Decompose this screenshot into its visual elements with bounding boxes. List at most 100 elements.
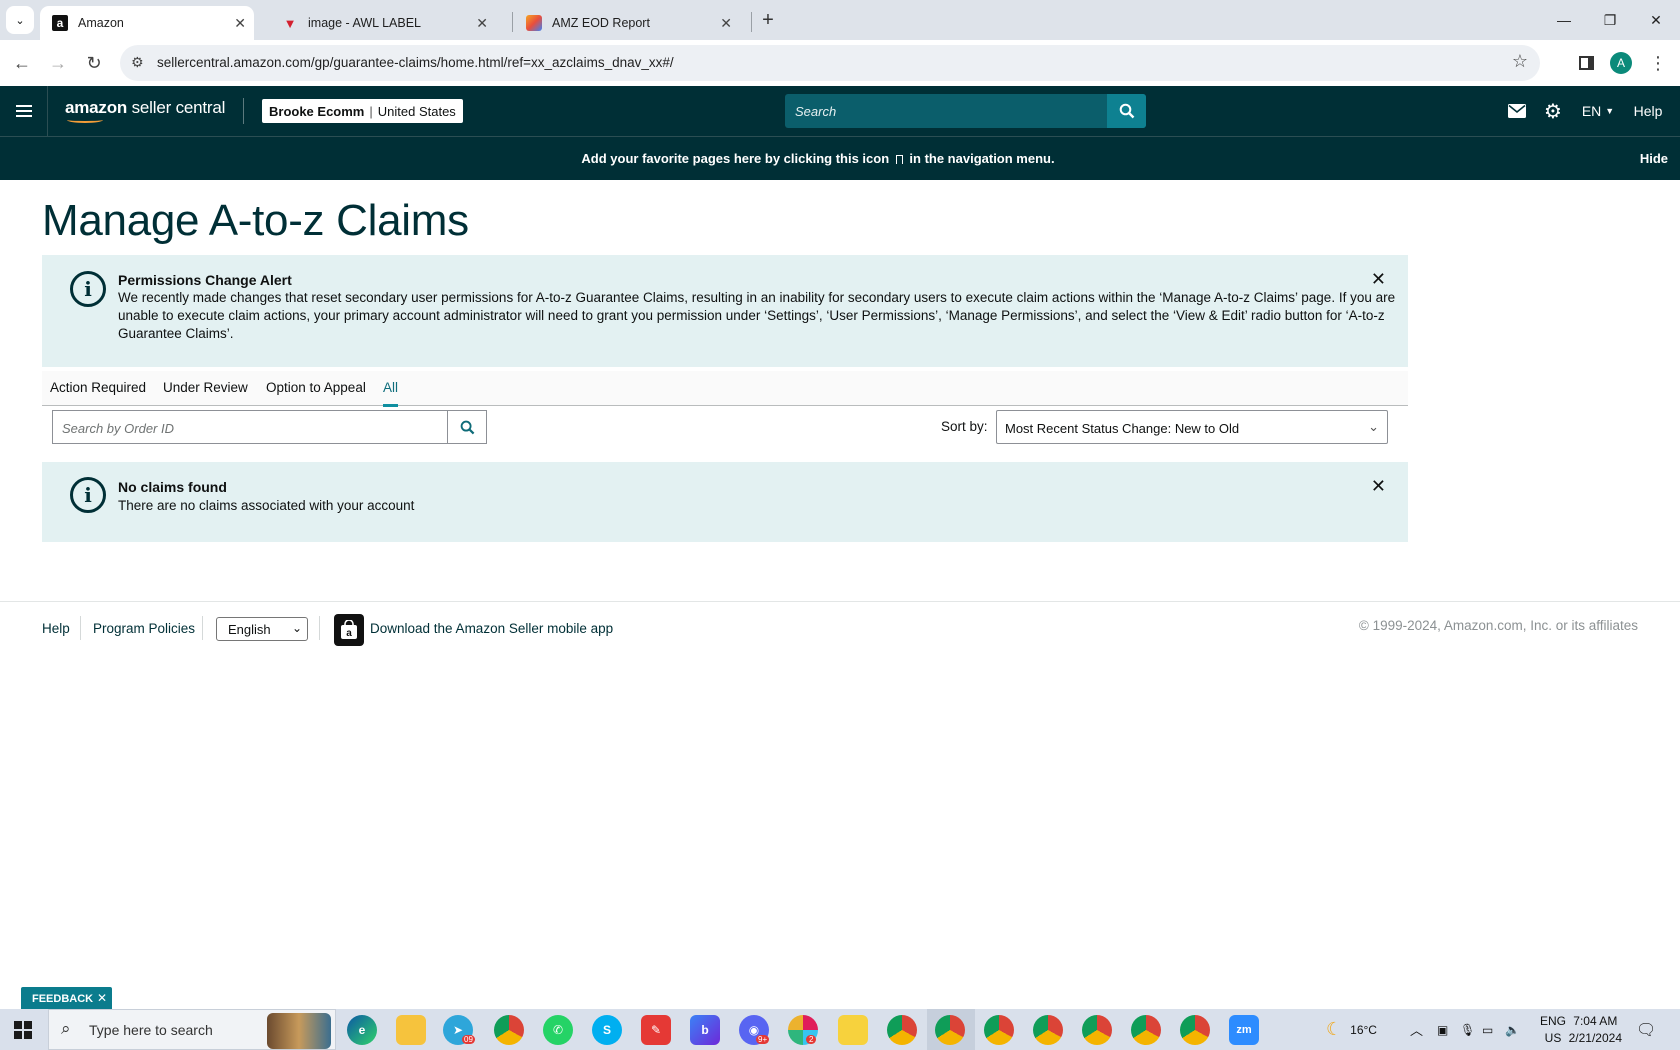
more-vertical-icon: ⋮ — [1649, 52, 1667, 73]
download-app-link[interactable]: Download the Amazon Seller mobile app — [370, 621, 613, 636]
settings-button[interactable]: ⚙ — [1538, 86, 1568, 136]
sort-select[interactable]: Most Recent Status Change: New to Old ⌄ — [996, 410, 1388, 444]
chrome-profile-o-icon[interactable] — [1033, 1015, 1063, 1045]
tab-all[interactable]: All — [383, 380, 399, 407]
input-language-indicator[interactable]: ENG US — [1540, 1013, 1566, 1047]
sort-label: Sort by: — [941, 419, 988, 434]
envelope-icon — [1508, 104, 1526, 118]
header-search[interactable]: Search — [785, 94, 1146, 128]
browser-tab-awl-label[interactable]: ▼ image - AWL LABEL ✕ — [270, 6, 496, 40]
taskbar-search[interactable]: ⌕ Type here to search — [48, 1009, 336, 1050]
chrome-profile-a-icon[interactable] — [935, 1015, 965, 1045]
header-search-input[interactable]: Search — [795, 104, 836, 119]
weather-temperature: 16°C — [1350, 1022, 1377, 1037]
restore-button[interactable]: ❐ — [1587, 0, 1633, 40]
favorites-message-after: in the navigation menu. — [909, 151, 1055, 166]
feedback-button[interactable]: FEEDBACK ✕ — [21, 987, 112, 1010]
footer-program-policies-link[interactable]: Program Policies — [93, 621, 195, 636]
new-tab-button[interactable]: + — [756, 8, 780, 32]
sticky-notes-icon[interactable] — [838, 1015, 868, 1045]
footer-help-link[interactable]: Help — [42, 621, 70, 636]
hide-favorites-button[interactable]: Hide — [1640, 151, 1668, 166]
chrome-profile-f-icon[interactable] — [887, 1015, 917, 1045]
permissions-alert-title: Permissions Change Alert — [118, 272, 292, 288]
whatsapp-app-icon[interactable]: ✆ — [543, 1015, 573, 1045]
smile-logo-icon — [67, 117, 103, 123]
footer-language-select[interactable]: English ⌄ — [216, 617, 308, 641]
chrome-app-icon[interactable] — [494, 1015, 524, 1045]
browser-tab-strip: ⌄ a Amazon ✕ ▼ image - AWL LABEL ✕ AMZ E… — [0, 0, 1680, 40]
file-explorer-icon[interactable] — [396, 1015, 426, 1045]
address-bar[interactable]: ⚙ sellercentral.amazon.com/gp/guarantee-… — [120, 45, 1540, 81]
reload-button[interactable]: ↻ — [79, 48, 109, 78]
footer-separator — [80, 616, 81, 640]
account-switcher[interactable]: Brooke Ecomm | United States — [262, 99, 463, 123]
side-panel-icon — [1578, 56, 1594, 70]
chevron-down-icon: ⌄ — [291, 621, 302, 635]
close-tab-icon[interactable]: ✕ — [234, 15, 246, 32]
taskbar-clock[interactable]: 7:04 AM 2/21/2024 — [1569, 1013, 1622, 1047]
bing-app-icon[interactable]: b — [690, 1015, 720, 1045]
side-panel-button[interactable] — [1571, 48, 1601, 78]
start-button[interactable] — [0, 1009, 46, 1050]
close-window-button[interactable]: ✕ — [1633, 0, 1679, 40]
language-menu[interactable]: EN ▼ — [1578, 86, 1618, 136]
browser-menu-button[interactable]: ⋮ — [1643, 48, 1673, 78]
plus-icon: + — [762, 8, 774, 31]
windows-logo-icon — [14, 1020, 32, 1039]
report-favicon-icon — [526, 15, 542, 31]
chrome-profile-j3-icon[interactable] — [1180, 1015, 1210, 1045]
forward-button[interactable]: → — [43, 48, 73, 78]
tab-under-review[interactable]: Under Review — [163, 380, 248, 395]
svg-text:a: a — [346, 628, 352, 639]
close-icon[interactable]: ✕ — [1371, 269, 1386, 290]
seller-central-logo[interactable]: amazon seller central — [65, 98, 225, 123]
browser-tab-amazon[interactable]: a Amazon ✕ — [40, 6, 254, 40]
tab-title: Amazon — [78, 16, 124, 30]
close-icon[interactable]: ✕ — [1371, 476, 1386, 497]
order-search-button[interactable] — [447, 410, 487, 444]
camera-tray-icon[interactable]: ▣ — [1437, 1009, 1448, 1050]
minimize-button[interactable]: — — [1541, 0, 1587, 40]
amazon-app-icon[interactable]: a — [334, 614, 364, 646]
tab-separator — [512, 12, 513, 32]
hamburger-menu-button[interactable] — [0, 86, 48, 136]
bookmark-star-icon[interactable]: ☆ — [1512, 51, 1528, 72]
order-id-search-placeholder: Search by Order ID — [62, 421, 174, 436]
order-id-search-input[interactable]: Search by Order ID — [52, 410, 448, 444]
info-icon: i — [70, 477, 106, 513]
tab-search-button[interactable]: ⌄ — [6, 6, 34, 34]
tab-action-required[interactable]: Action Required — [50, 380, 146, 395]
footer-separator — [202, 616, 203, 640]
pdf-app-icon[interactable]: ✎ — [641, 1015, 671, 1045]
back-button[interactable]: ← — [7, 48, 37, 78]
search-icon — [1119, 103, 1134, 119]
chrome-profile-j-icon[interactable] — [984, 1015, 1014, 1045]
skype-app-icon[interactable]: S — [592, 1015, 622, 1045]
volume-tray-icon[interactable]: 🔈 — [1505, 1009, 1520, 1050]
network-tray-icon[interactable]: ▭ — [1482, 1009, 1493, 1050]
tab-option-to-appeal[interactable]: Option to Appeal — [266, 380, 366, 395]
close-tab-icon[interactable]: ✕ — [720, 15, 732, 32]
slack-badge: 2 — [806, 1035, 817, 1044]
header-search-button[interactable] — [1107, 94, 1146, 128]
tray-chevron[interactable]: ︿ — [1410, 1009, 1423, 1050]
footer-divider — [0, 601, 1680, 602]
chrome-profile-j2-icon[interactable] — [1131, 1015, 1161, 1045]
permissions-alert: i Permissions Change Alert We recently m… — [42, 255, 1408, 367]
zoom-app-icon[interactable]: zm — [1229, 1015, 1259, 1045]
help-link[interactable]: Help — [1628, 86, 1668, 136]
notifications-button[interactable]: 🗨 — [1636, 1009, 1656, 1050]
browser-tab-eod-report[interactable]: AMZ EOD Report ✕ — [514, 6, 740, 40]
close-tab-icon[interactable]: ✕ — [476, 15, 488, 32]
chrome-profile-m-icon[interactable] — [1082, 1015, 1112, 1045]
messages-button[interactable] — [1502, 86, 1532, 136]
mic-tray-icon[interactable]: 🎙 — [1460, 1009, 1475, 1050]
profile-button[interactable]: A — [1606, 48, 1636, 78]
shopping-bag-icon: a — [341, 620, 357, 639]
permissions-alert-body: We recently made changes that reset seco… — [118, 290, 1396, 341]
edge-app-icon[interactable]: e — [347, 1015, 377, 1045]
weather-widget[interactable]: ☾ 16°C — [1326, 1009, 1377, 1050]
site-info-icon[interactable]: ⚙ — [131, 54, 144, 71]
close-icon[interactable]: ✕ — [97, 991, 107, 1005]
